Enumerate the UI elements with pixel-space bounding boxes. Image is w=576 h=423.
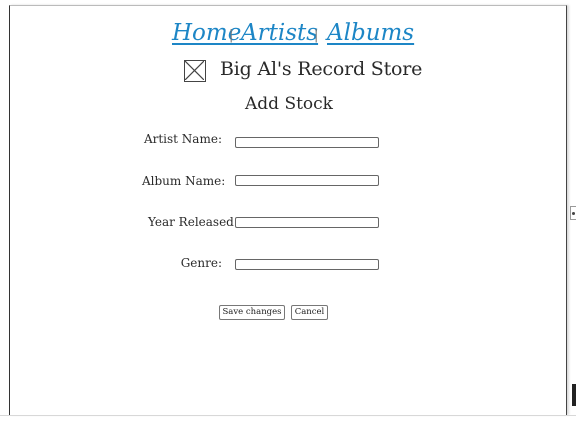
- album-name-label: Album Name:: [142, 174, 226, 188]
- genre-input[interactable]: [235, 259, 379, 270]
- save-changes-button[interactable]: Save changes: [219, 305, 285, 320]
- album-name-input[interactable]: [235, 175, 379, 186]
- scroll-handle[interactable]: [570, 206, 576, 220]
- bottom-divider: [0, 415, 576, 416]
- year-released-label: Year Released:: [148, 215, 238, 229]
- store-name: Big Al's Record Store: [220, 58, 423, 80]
- cancel-button[interactable]: Cancel: [291, 305, 328, 320]
- page-title: Add Stock: [245, 94, 333, 114]
- nav-link-albums[interactable]: Albums: [327, 20, 414, 46]
- resize-corner[interactable]: [572, 384, 576, 406]
- nav-separator: |: [314, 28, 319, 43]
- genre-label: Genre:: [180, 256, 222, 270]
- artist-name-label: Artist Name:: [143, 132, 222, 146]
- image-placeholder-icon: [184, 60, 206, 82]
- artist-name-input[interactable]: [235, 137, 379, 148]
- year-released-input[interactable]: [235, 217, 379, 228]
- nav-separator: |: [229, 28, 234, 43]
- top-nav: Home | Artists | Albums: [0, 20, 576, 54]
- nav-link-artists[interactable]: Artists: [241, 20, 318, 46]
